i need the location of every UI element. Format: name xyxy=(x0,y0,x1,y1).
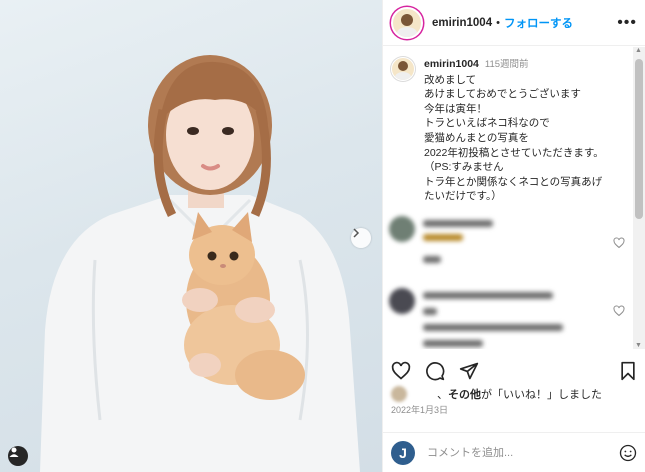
caption-line: トラといえばネコ科なので xyxy=(424,117,550,130)
redacted-text xyxy=(423,307,437,315)
heart-icon[interactable] xyxy=(391,361,411,381)
likes-others-link[interactable]: その他 xyxy=(448,386,481,402)
scrollbar-thumb[interactable] xyxy=(635,59,643,219)
redacted-comment xyxy=(383,215,633,286)
emoji-icon[interactable] xyxy=(619,444,637,462)
redacted-text xyxy=(423,255,441,263)
likes-summary: 、 その他 が「いいね！」しました xyxy=(391,386,637,402)
caption-line: 愛猫めんまとの写真を xyxy=(424,131,529,144)
caption-line: トラ年とか関係なくネコとの写真あげ xyxy=(424,175,603,188)
tagged-people-button[interactable] xyxy=(8,446,28,466)
caption-line: 今年は寅年！ xyxy=(424,102,487,115)
caption: emirin1004 115週間前 改めまして あけましておめでとうございます … xyxy=(383,47,633,204)
likes-suffix: が「いいね！」しました xyxy=(481,389,602,401)
caption-line: あけましておめでとうございます xyxy=(424,88,581,101)
caption-time[interactable]: 115週間前 xyxy=(485,58,529,73)
post-photo[interactable] xyxy=(0,0,382,472)
post-date[interactable]: 2022年1月3日 xyxy=(391,403,448,416)
redacted-text xyxy=(423,233,463,241)
comment-like-icon[interactable] xyxy=(613,236,625,254)
separator-dot: • xyxy=(496,16,500,29)
caption-username[interactable]: emirin1004 xyxy=(424,57,479,72)
comments-scrollbar[interactable]: ▲ ▼ xyxy=(633,47,645,349)
add-comment-bar: J xyxy=(383,432,645,472)
photo-illustration xyxy=(40,55,360,472)
scroll-up-icon[interactable]: ▲ xyxy=(635,47,642,54)
comment-icon[interactable] xyxy=(425,361,445,381)
post-header: emirin1004 • フォローする ••• xyxy=(383,0,645,46)
comment-input[interactable] xyxy=(425,445,619,460)
current-user-avatar[interactable]: J xyxy=(391,440,415,465)
comment-like-icon[interactable] xyxy=(613,304,625,322)
caption-line: たいだけです。） xyxy=(424,190,502,203)
next-photo-button[interactable] xyxy=(351,228,371,248)
caption-line: （PS:すみません xyxy=(424,161,504,174)
likes-prefix: 、 xyxy=(437,389,448,401)
redacted-liker-avatar xyxy=(391,386,407,402)
caption-line: 改めまして xyxy=(424,73,477,86)
redacted-text xyxy=(423,323,563,331)
header-username[interactable]: emirin1004 xyxy=(432,17,492,29)
redacted-text xyxy=(423,291,553,299)
redacted-avatar xyxy=(389,215,415,242)
instagram-post: emirin1004 • フォローする ••• emirin1004 115週間… xyxy=(0,0,645,472)
redacted-text xyxy=(423,219,493,227)
redacted-text xyxy=(423,339,483,347)
post-side-panel: emirin1004 • フォローする ••• emirin1004 115週間… xyxy=(382,0,645,472)
follow-button[interactable]: フォローする xyxy=(504,15,573,31)
share-icon[interactable] xyxy=(459,361,479,381)
more-icon[interactable]: ••• xyxy=(617,14,637,32)
redacted-comment xyxy=(383,287,633,349)
caption-body: emirin1004 115週間前 改めまして あけましておめでとうございます … xyxy=(424,57,604,204)
action-bar xyxy=(391,358,637,384)
bookmark-icon[interactable] xyxy=(619,361,637,381)
avatar[interactable] xyxy=(391,6,423,39)
redacted-avatar xyxy=(389,287,415,314)
comments-section[interactable]: emirin1004 115週間前 改めまして あけましておめでとうございます … xyxy=(383,47,633,349)
scroll-down-icon[interactable]: ▼ xyxy=(635,342,642,349)
caption-line: 2022年初投稿とさせていただきます。 xyxy=(424,146,604,159)
caption-avatar[interactable] xyxy=(391,57,415,81)
